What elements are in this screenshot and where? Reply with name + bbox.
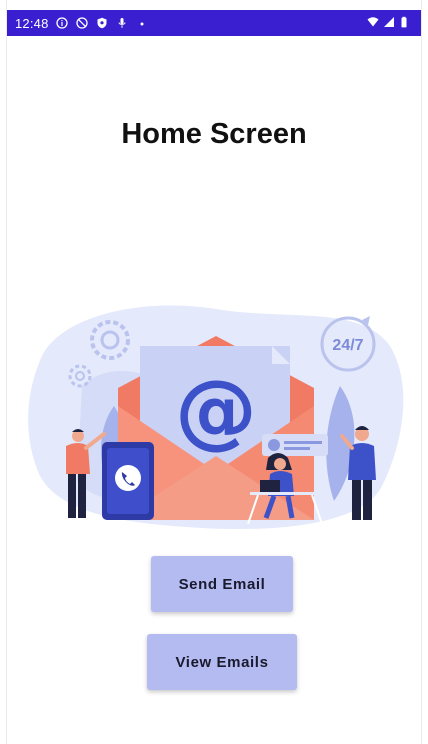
email-support-illustration: 24/7 @ <box>28 305 404 530</box>
at-symbol-icon: @ <box>175 363 257 458</box>
dot-icon <box>135 16 149 30</box>
status-right-group <box>367 16 411 31</box>
view-emails-button[interactable]: View Emails <box>147 634 297 690</box>
send-email-button[interactable]: Send Email <box>151 556 293 612</box>
chat-bubble-icon <box>262 434 328 456</box>
status-bar: 12:48 <box>7 10 421 36</box>
availability-text: 24/7 <box>332 337 363 354</box>
signal-icon <box>383 16 395 31</box>
status-time: 12:48 <box>15 15 49 31</box>
mic-icon <box>115 16 129 30</box>
frame-edge-right <box>421 0 422 744</box>
info-icon <box>55 16 69 30</box>
wifi-icon <box>367 16 379 31</box>
page-title: Home Screen <box>121 118 307 150</box>
status-left-group: 12:48 <box>15 16 149 31</box>
app-screen: 12:48 Home Screen 24/7 @ Send Email View… <box>0 0 428 744</box>
shield-icon <box>95 16 109 30</box>
battery-icon <box>399 16 411 31</box>
phone-icon <box>102 442 154 520</box>
frame-edge-left <box>6 0 7 744</box>
do-not-disturb-icon <box>75 16 89 30</box>
